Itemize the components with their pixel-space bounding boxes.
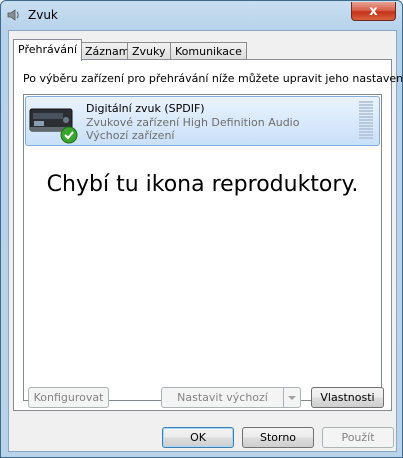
tab-playback[interactable]: Přehrávání — [13, 39, 83, 61]
speaker-icon — [7, 9, 19, 21]
window-title: Zvuk — [28, 8, 58, 22]
dialog-client-area: Přehrávání Záznam Zvuky Komunikace Po vý… — [8, 30, 402, 452]
playback-panel: Po výběru zařízení pro přehrávání níže m… — [13, 59, 402, 411]
device-description: Zvukové zařízení High Definition Audio — [86, 116, 300, 129]
green-checkmark-icon — [60, 126, 78, 144]
device-list[interactable]: Digitální zvuk (SPDIF) Zvukové zařízení … — [23, 94, 382, 401]
properties-button[interactable]: Vlastnosti — [311, 387, 384, 408]
device-item-spdif[interactable]: Digitální zvuk (SPDIF) Zvukové zařízení … — [25, 96, 380, 146]
sound-dialog-window: Zvuk x Přehrávání Záznam Zvuky Komunikac… — [0, 0, 403, 458]
playback-description: Po výběru zařízení pro přehrávání níže m… — [23, 72, 403, 85]
digital-audio-device-icon — [29, 108, 78, 144]
device-name: Digitální zvuk (SPDIF) — [86, 102, 205, 115]
tab-sounds[interactable]: Zvuky — [127, 42, 171, 60]
configure-button[interactable]: Konfigurovat — [28, 387, 109, 408]
volume-level-meter — [359, 101, 373, 141]
cancel-button[interactable]: Storno — [242, 427, 314, 448]
chevron-down-icon[interactable] — [283, 388, 300, 407]
close-button[interactable]: x — [351, 2, 396, 21]
device-status: Výchozí zařízení — [86, 129, 175, 142]
tab-communications[interactable]: Komunikace — [170, 42, 247, 60]
title-bar[interactable]: Zvuk x — [1, 1, 402, 29]
set-default-label: Nastavit výchozí — [177, 391, 268, 404]
set-default-split-button[interactable]: Nastavit výchozí — [161, 387, 301, 408]
apply-button[interactable]: Použít — [322, 427, 394, 448]
annotation-text: Chybí tu ikona reproduktory. — [46, 172, 359, 197]
ok-button[interactable]: OK — [162, 427, 234, 448]
